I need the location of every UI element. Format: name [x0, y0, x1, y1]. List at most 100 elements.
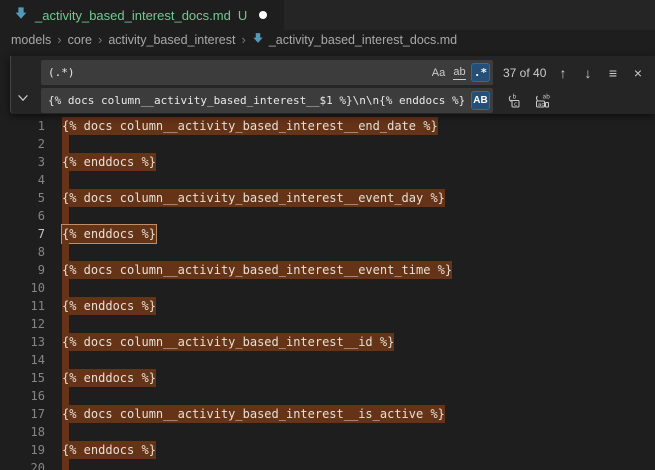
- line-number: 15: [0, 369, 45, 387]
- line-content[interactable]: [62, 243, 69, 261]
- chevron-right-icon: ›: [98, 32, 102, 47]
- code-line[interactable]: 20: [0, 459, 655, 470]
- line-number: 9: [0, 261, 45, 279]
- find-match-highlight-empty: [62, 207, 69, 225]
- line-number: 13: [0, 333, 45, 351]
- find-match-current: {% enddocs %}: [62, 225, 156, 243]
- line-number: 14: [0, 351, 45, 369]
- search-input[interactable]: [41, 66, 427, 79]
- line-content[interactable]: [62, 423, 69, 441]
- line-content[interactable]: {% enddocs %}: [62, 441, 156, 459]
- code-line[interactable]: 5 {% docs column__activity_based_interest…: [0, 189, 655, 207]
- code-editor[interactable]: 1{% docs column__activity_based_interest…: [0, 117, 655, 470]
- code-line[interactable]: 2: [0, 135, 655, 153]
- line-content[interactable]: {% docs column__activity_based_interest_…: [62, 405, 445, 423]
- breadcrumb-item-file[interactable]: _activity_based_interest_docs.md: [269, 33, 457, 47]
- replace-input-box: AB: [41, 88, 493, 113]
- editor-tab[interactable]: _activity_based_interest_docs.md U: [0, 0, 284, 30]
- chevron-right-icon: ›: [241, 32, 245, 47]
- line-content[interactable]: {% docs column__activity_based_interest_…: [62, 333, 394, 351]
- replace-one-button[interactable]: b c: [503, 90, 525, 112]
- line-content[interactable]: {% enddocs %}: [62, 297, 156, 315]
- line-number: 16: [0, 387, 45, 405]
- code-line[interactable]: 11 {% enddocs %}: [0, 297, 655, 315]
- find-in-selection-button[interactable]: ≡: [602, 62, 624, 84]
- find-match-highlight: {% enddocs %}: [62, 153, 156, 171]
- find-match-highlight-empty: [62, 387, 69, 405]
- line-content[interactable]: [62, 279, 69, 297]
- find-match-highlight: {% docs column__activity_based_interest_…: [62, 117, 438, 135]
- line-number: 3: [0, 153, 45, 171]
- line-content[interactable]: [62, 459, 69, 470]
- code-line[interactable]: 19{% enddocs %}: [0, 441, 655, 459]
- code-line[interactable]: 17{% docs column__activity_based_interes…: [0, 405, 655, 423]
- line-content[interactable]: {% docs column__activity_based_interest_…: [62, 261, 452, 279]
- find-match-highlight-empty: [62, 171, 69, 189]
- code-line[interactable]: 9 {% docs column__activity_based_interest…: [0, 261, 655, 279]
- toggle-replace-chevron-icon[interactable]: [14, 89, 32, 107]
- regex-toggle[interactable]: .*: [471, 63, 490, 82]
- close-find-widget-button[interactable]: ×: [627, 62, 649, 84]
- svg-text:c: c: [514, 100, 517, 107]
- line-number: 20: [0, 459, 45, 470]
- find-match-highlight-empty: [62, 351, 69, 369]
- line-number: 11: [0, 297, 45, 315]
- line-content[interactable]: {% enddocs %}: [62, 369, 156, 387]
- line-number: 8: [0, 243, 45, 261]
- line-content[interactable]: {% enddocs %}: [62, 225, 156, 243]
- find-match-highlight-empty: [62, 423, 69, 441]
- line-content[interactable]: [62, 171, 69, 189]
- code-line[interactable]: 10: [0, 279, 655, 297]
- preserve-case-toggle[interactable]: AB: [471, 91, 490, 110]
- tab-bar: _activity_based_interest_docs.md U: [0, 0, 655, 30]
- find-match-highlight: {% enddocs %}: [62, 369, 156, 387]
- code-line[interactable]: 1{% docs column__activity_based_interest…: [0, 117, 655, 135]
- replace-all-button[interactable]: ab ac: [531, 90, 553, 112]
- breadcrumb-item-core[interactable]: core: [68, 33, 92, 47]
- line-content[interactable]: [62, 207, 69, 225]
- code-line[interactable]: 16: [0, 387, 655, 405]
- whole-word-toggle[interactable]: ab: [450, 63, 469, 82]
- svg-text:b: b: [513, 93, 517, 100]
- find-match-highlight-empty: [62, 315, 69, 333]
- code-line[interactable]: 8: [0, 243, 655, 261]
- match-case-toggle[interactable]: Aa: [429, 63, 448, 82]
- code-line[interactable]: 15 {% enddocs %}: [0, 369, 655, 387]
- code-line[interactable]: 7{% enddocs %}: [0, 225, 655, 243]
- search-input-box: Aa ab .*: [41, 60, 493, 85]
- code-line[interactable]: 12: [0, 315, 655, 333]
- find-match-highlight: {% enddocs %}: [62, 297, 156, 315]
- line-number: 4: [0, 171, 45, 189]
- next-match-button[interactable]: ↓: [577, 62, 599, 84]
- find-match-highlight-empty: [62, 279, 69, 297]
- replace-input[interactable]: [41, 94, 469, 107]
- breadcrumb-item-activity-based-interest[interactable]: activity_based_interest: [108, 33, 235, 47]
- line-content[interactable]: {% enddocs %}: [62, 153, 156, 171]
- line-content[interactable]: [62, 351, 69, 369]
- line-number: 2: [0, 135, 45, 153]
- breadcrumb: models › core › activity_based_interest …: [0, 30, 655, 49]
- markdown-file-icon: [14, 6, 28, 25]
- code-line[interactable]: 6: [0, 207, 655, 225]
- find-match-highlight-empty: [62, 135, 69, 153]
- line-content[interactable]: {% docs column__activity_based_interest_…: [62, 117, 438, 135]
- unsaved-dot-icon[interactable]: [259, 11, 267, 19]
- code-line[interactable]: 4: [0, 171, 655, 189]
- line-content[interactable]: {% docs column__activity_based_interest_…: [62, 189, 445, 207]
- line-number: 12: [0, 315, 45, 333]
- markdown-file-icon: [252, 32, 264, 47]
- find-match-highlight: {% docs column__activity_based_interest_…: [62, 261, 452, 279]
- code-line[interactable]: 13 {% docs column__activity_based_interes…: [0, 333, 655, 351]
- line-content[interactable]: [62, 387, 69, 405]
- code-line[interactable]: 14: [0, 351, 655, 369]
- line-number: 5: [0, 189, 45, 207]
- results-count: 37 of 40: [503, 66, 546, 80]
- previous-match-button[interactable]: ↑: [552, 62, 574, 84]
- line-content[interactable]: [62, 135, 69, 153]
- code-line[interactable]: 18: [0, 423, 655, 441]
- line-content[interactable]: [62, 315, 69, 333]
- find-match-highlight: {% enddocs %}: [62, 441, 156, 459]
- breadcrumb-item-models[interactable]: models: [11, 33, 51, 47]
- code-line[interactable]: 3 {% enddocs %}: [0, 153, 655, 171]
- find-match-highlight: {% docs column__activity_based_interest_…: [62, 405, 445, 423]
